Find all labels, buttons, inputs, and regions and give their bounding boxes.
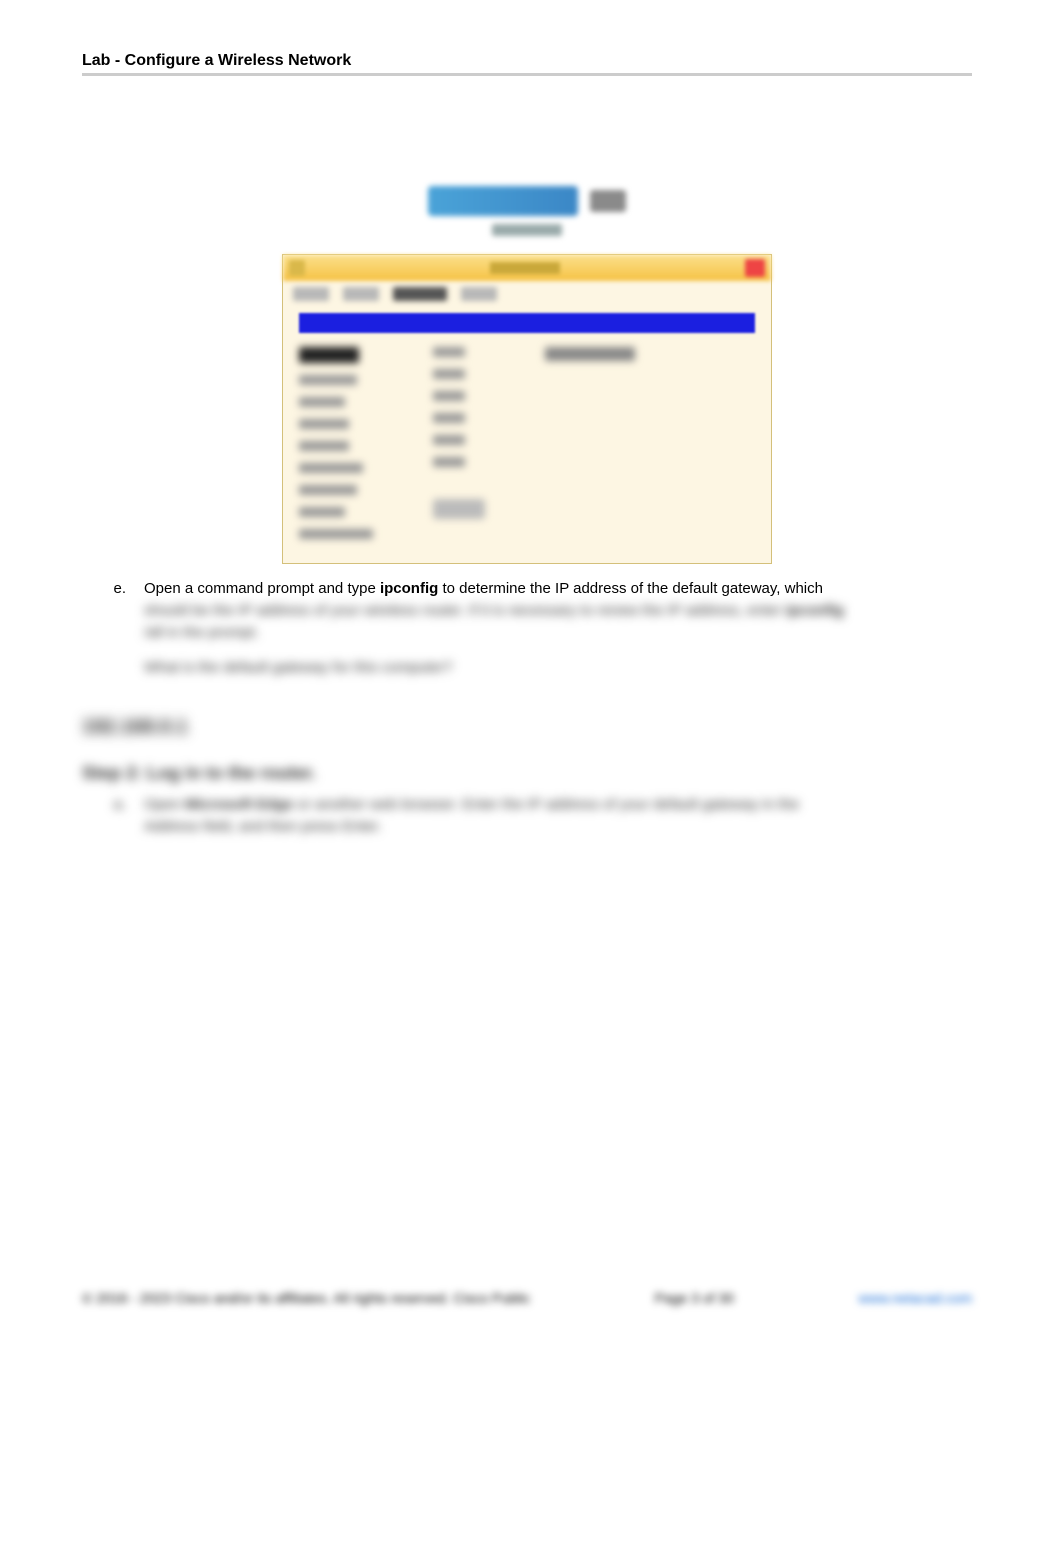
text: to determine the IP address of the defau… <box>438 580 823 597</box>
titlebar <box>283 255 771 281</box>
label <box>299 347 359 363</box>
footer-link: www.netacad.com <box>858 1290 972 1306</box>
tab-item <box>461 287 497 301</box>
dialog-window <box>282 254 772 564</box>
value <box>433 369 465 379</box>
label <box>299 375 357 385</box>
value <box>433 391 465 401</box>
obscured-text: should be the IP address of your wireles… <box>144 600 972 644</box>
button <box>433 499 485 519</box>
selection-bar <box>299 313 755 333</box>
logo-caption <box>492 224 562 236</box>
label <box>299 507 345 517</box>
instruction-content: e. Open a command prompt and type ipconf… <box>82 578 972 838</box>
titlebar-text <box>490 262 560 274</box>
tabs-row <box>283 281 771 309</box>
text: Open a command prompt and type <box>144 580 380 597</box>
page-footer: © 2016 - 2023 Cisco and/or its affiliate… <box>82 1290 972 1306</box>
value <box>433 435 465 445</box>
titlebar-icon <box>289 260 305 276</box>
list-marker: e. <box>108 578 126 679</box>
value <box>433 457 465 467</box>
brand-logo <box>428 186 578 216</box>
tab-item <box>343 287 379 301</box>
label <box>299 485 357 495</box>
brand-badge <box>590 190 626 212</box>
value <box>433 347 465 357</box>
step-e: e. Open a command prompt and type ipconf… <box>108 578 972 679</box>
logo-row <box>282 186 772 216</box>
tab-item <box>293 287 329 301</box>
properties-panel <box>283 341 771 563</box>
checkbox <box>545 347 635 361</box>
label <box>299 419 349 429</box>
header-title: Lab - Configure a Wireless Network <box>82 52 351 69</box>
value <box>433 413 465 423</box>
footer-page: Page 3 of 30 <box>655 1290 734 1306</box>
close-icon <box>745 259 765 277</box>
obscured-question: What is the default gateway for this com… <box>144 657 972 679</box>
step-2-heading: Step 2: Log in to the router. <box>82 760 972 786</box>
label <box>299 463 363 473</box>
footer-copyright: © 2016 - 2023 Cisco and/or its affiliate… <box>82 1290 530 1306</box>
list-marker: a. <box>108 794 126 838</box>
step-2a: a. Open Microsoft Edge or another web br… <box>108 794 972 838</box>
page-header: Lab - Configure a Wireless Network <box>82 52 972 76</box>
tab-item-active <box>393 287 447 301</box>
command: ipconfig <box>380 580 438 597</box>
label <box>299 397 345 407</box>
router-screenshot <box>282 186 772 564</box>
label <box>299 529 373 539</box>
label <box>299 441 349 451</box>
answer-block: 192.168.0.1 <box>82 713 972 742</box>
